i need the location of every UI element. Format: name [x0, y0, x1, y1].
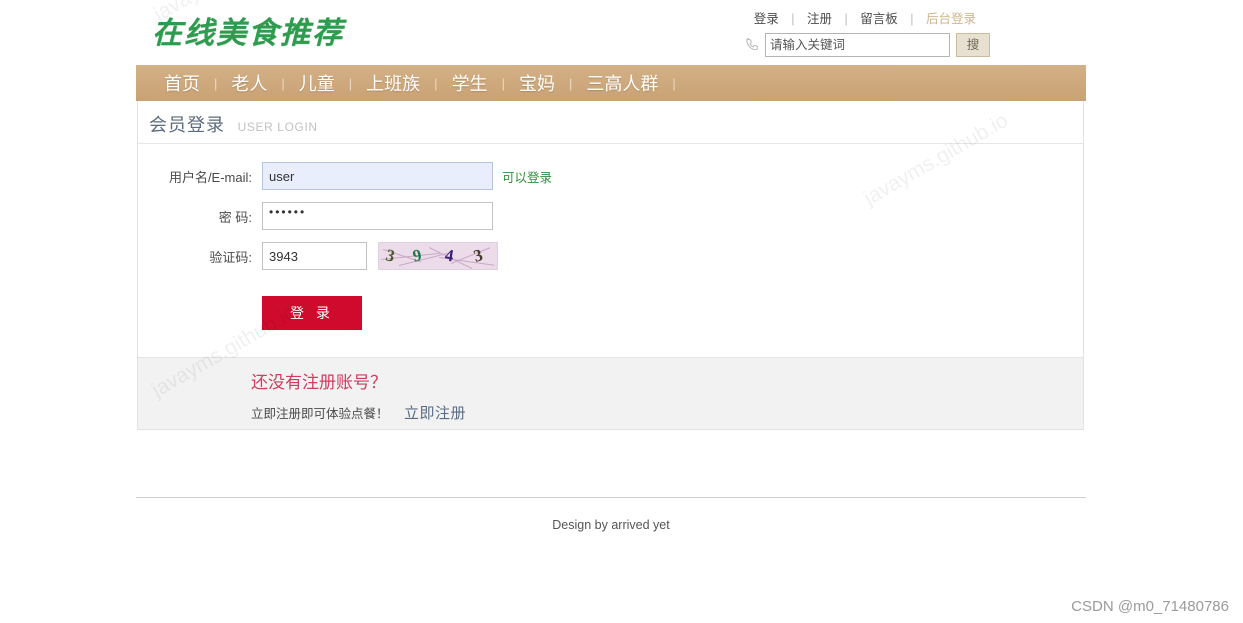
- password-value: ••••••: [269, 205, 307, 219]
- page-title: 会员登录 USER LOGIN: [149, 111, 318, 137]
- register-subtitle: 立即注册即可体验点餐！: [251, 407, 389, 421]
- submit-row: 登 录: [138, 296, 1083, 330]
- login-form: 用户名/E-mail: 可以登录 密 码: •••••• 验证码:: [138, 156, 1083, 330]
- captcha-label: 验证码:: [209, 249, 252, 265]
- footer-text: Design by arrived yet: [552, 518, 670, 532]
- phone-icon: [745, 37, 761, 55]
- top-link-register[interactable]: 注册: [805, 12, 834, 26]
- captcha-digit-3: 4: [443, 245, 456, 266]
- login-button[interactable]: 登 录: [262, 296, 362, 330]
- main-navigation: 首页 | 老人 | 儿童 | 上班族 | 学生 | 宝妈 | 三高人群 |: [136, 65, 1086, 101]
- nav-separator: |: [214, 75, 218, 91]
- nav-separator: |: [434, 75, 438, 91]
- attribution-watermark: CSDN @m0_71480786: [1071, 598, 1229, 615]
- register-link[interactable]: 立即注册: [404, 405, 466, 422]
- nav-separator: |: [672, 75, 676, 91]
- site-header: 在线美食推荐 登录 | 注册 | 留言板 | 后台登录 搜: [136, 0, 1086, 64]
- nav-separator: |: [568, 75, 573, 91]
- captcha-input[interactable]: [262, 242, 367, 270]
- top-link-separator-3: |: [910, 12, 914, 26]
- page-title-cn: 会员登录: [149, 115, 225, 135]
- nav-separator: |: [501, 75, 505, 91]
- top-link-separator-1: |: [791, 12, 795, 26]
- nav-item-mother[interactable]: 宝妈: [505, 70, 569, 96]
- top-link-separator-2: |: [844, 12, 848, 26]
- top-links: 登录 | 注册 | 留言板 | 后台登录: [752, 8, 978, 27]
- username-hint: 可以登录: [502, 170, 553, 185]
- register-subtitle-wrap: 立即注册即可体验点餐！ 立即注册: [251, 402, 466, 423]
- top-link-login[interactable]: 登录: [752, 12, 781, 26]
- captcha-digit-4: 3: [471, 245, 485, 266]
- page-root: 在线美食推荐 登录 | 注册 | 留言板 | 后台登录 搜 首页 | 老人 | …: [0, 0, 1243, 623]
- captcha-row: 验证码: 3 9 4 3: [138, 236, 1083, 276]
- top-link-admin[interactable]: 后台登录: [924, 12, 978, 26]
- site-logo[interactable]: 在线美食推荐: [152, 8, 344, 52]
- search-bar: 搜: [745, 33, 990, 57]
- captcha-digit-2: 9: [411, 245, 424, 266]
- username-label: 用户名/E-mail:: [168, 169, 252, 185]
- register-title: 还没有注册账号？: [251, 373, 387, 392]
- page-title-en: USER LOGIN: [237, 120, 318, 134]
- password-row: 密 码: ••••••: [138, 196, 1083, 236]
- register-section: 还没有注册账号？ 立即注册即可体验点餐！ 立即注册: [138, 357, 1083, 429]
- login-panel: 会员登录 USER LOGIN 用户名/E-mail: 可以登录 密 码: ••…: [137, 101, 1084, 430]
- nav-item-three-highs[interactable]: 三高人群: [572, 70, 672, 96]
- nav-item-children[interactable]: 儿童: [285, 70, 349, 96]
- nav-item-student[interactable]: 学生: [438, 70, 502, 96]
- title-divider: [138, 143, 1083, 144]
- username-row: 用户名/E-mail: 可以登录: [138, 156, 1083, 196]
- top-link-guestbook[interactable]: 留言板: [858, 12, 900, 26]
- captcha-image[interactable]: 3 9 4 3: [378, 242, 498, 270]
- nav-item-home[interactable]: 首页: [150, 70, 214, 96]
- password-input[interactable]: ••••••: [262, 202, 493, 230]
- nav-item-elderly[interactable]: 老人: [217, 70, 281, 96]
- password-label: 密 码:: [218, 209, 252, 225]
- search-input[interactable]: [765, 33, 950, 57]
- footer-divider: [136, 497, 1086, 498]
- nav-separator: |: [348, 75, 353, 91]
- search-button[interactable]: 搜: [956, 33, 990, 57]
- captcha-digit-1: 3: [383, 245, 397, 266]
- nav-separator: |: [281, 75, 285, 91]
- nav-item-office-worker[interactable]: 上班族: [352, 70, 434, 96]
- username-input[interactable]: [262, 162, 493, 190]
